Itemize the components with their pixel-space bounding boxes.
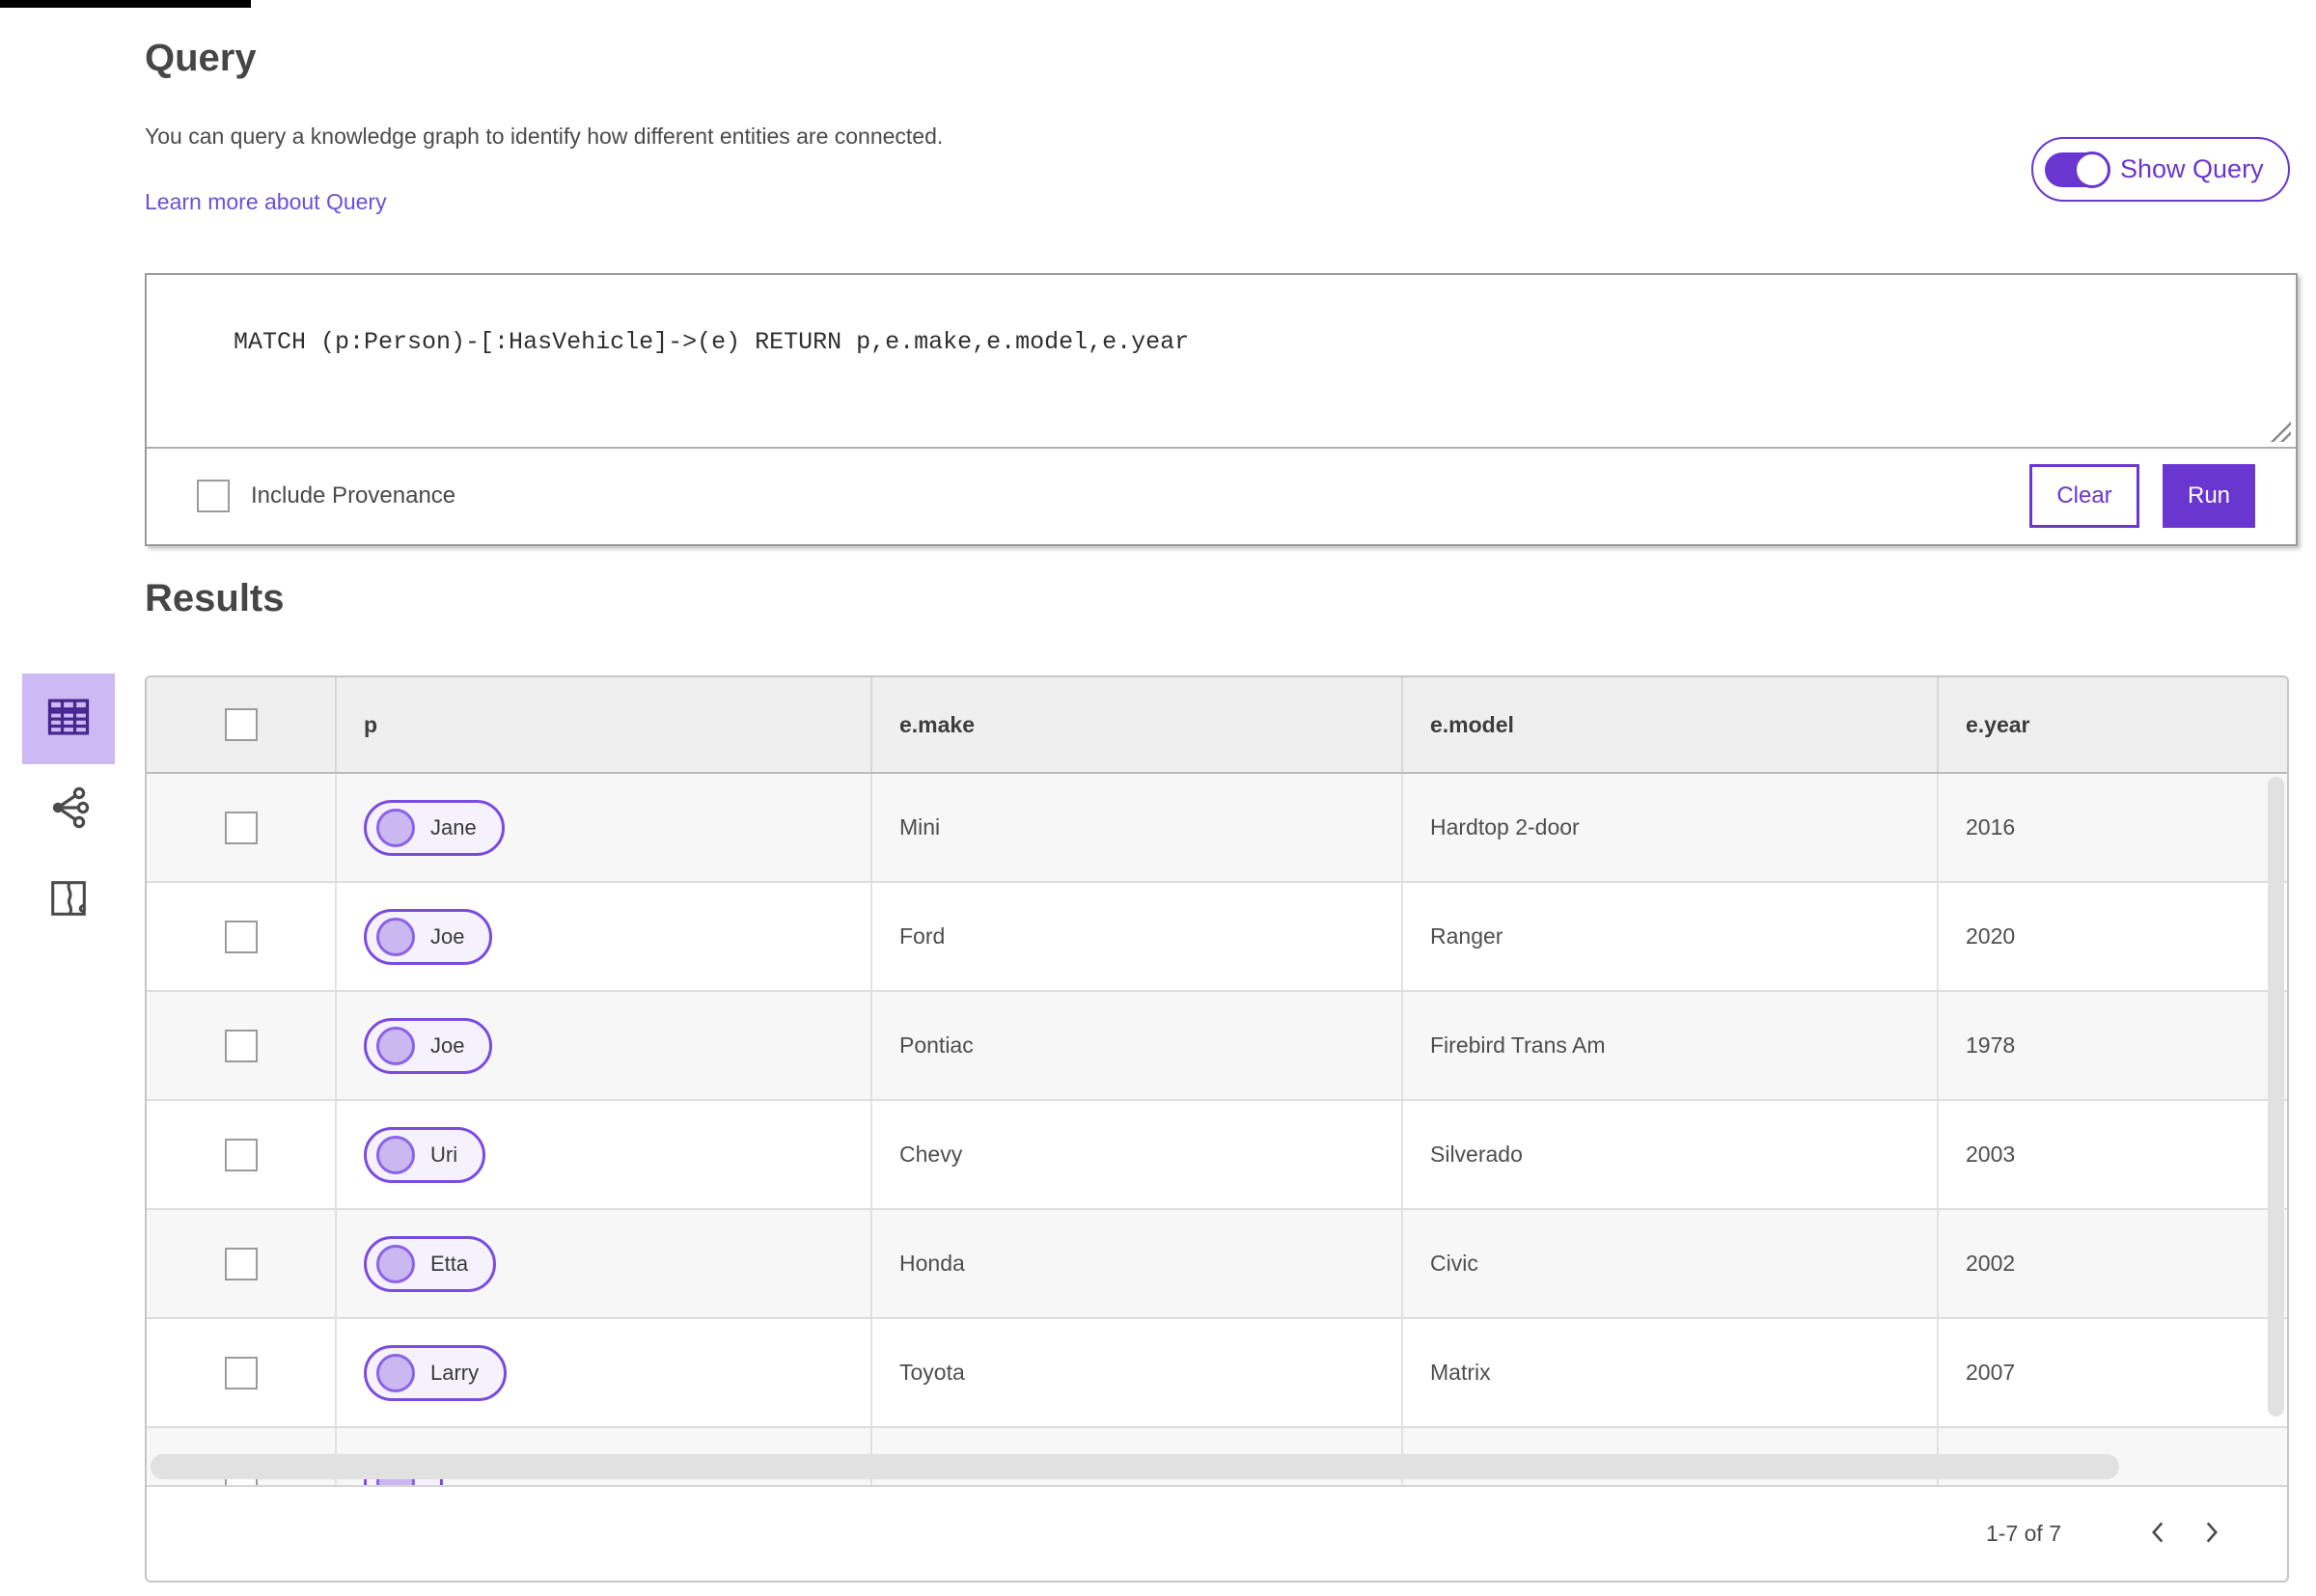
row-checkbox[interactable] <box>224 1138 258 1171</box>
pagination-range-label: 1-7 of 7 <box>1986 1521 2061 1546</box>
column-header-e-year[interactable]: e.year <box>1937 677 2287 772</box>
cell-year: 2007 <box>1937 1319 2287 1426</box>
table-pagination: 1-7 of 7 <box>147 1485 2287 1581</box>
page-description: You can query a knowledge graph to ident… <box>145 124 944 149</box>
cell-year: 2020 <box>1937 883 2287 990</box>
page-title: Query <box>145 37 257 79</box>
cell-make: Pontiac <box>870 992 1401 1099</box>
results-table-panel: p e.make e.model e.year Jane Mini Hardto… <box>145 675 2289 1582</box>
query-input[interactable]: MATCH (p:Person)-[:HasVehicle]->(e) RETU… <box>147 275 2296 449</box>
row-checkbox[interactable] <box>224 1356 258 1390</box>
table-view-button[interactable] <box>22 674 115 764</box>
chevron-right-icon <box>2201 1517 2222 1551</box>
cell-year: 2003 <box>1937 1101 2287 1208</box>
cell-model: Matrix <box>1401 1319 1937 1426</box>
link-chart-view-icon <box>45 784 92 836</box>
table-row: Etta Honda Civic 2002 <box>147 1210 2287 1319</box>
include-provenance-checkbox[interactable] <box>197 479 230 512</box>
learn-more-link[interactable]: Learn more about Query <box>145 189 387 215</box>
results-heading: Results <box>145 577 285 619</box>
entity-pill[interactable]: Larry <box>364 1344 508 1401</box>
clear-button[interactable]: Clear <box>2029 463 2139 528</box>
table-row: Jane Mini Hardtop 2-door 2016 <box>147 774 2287 883</box>
cell-model: Hardtop 2-door <box>1401 774 1937 881</box>
query-text: MATCH (p:Person)-[:HasVehicle]->(e) RETU… <box>234 328 1190 356</box>
cell-year: 2016 <box>1937 774 2287 881</box>
cell-model: Ranger <box>1401 883 1937 990</box>
select-all-checkbox[interactable] <box>224 708 258 741</box>
entity-node-icon <box>376 1026 415 1065</box>
entity-node-icon <box>376 1353 415 1392</box>
entity-pill[interactable]: Jane <box>364 799 505 856</box>
cell-model: Civic <box>1401 1210 1937 1317</box>
entity-node-icon <box>376 917 415 956</box>
cell-make: Mini <box>870 774 1401 881</box>
entity-node-icon <box>376 1244 415 1283</box>
entity-pill[interactable]: Joe <box>364 1017 493 1074</box>
show-query-toggle[interactable]: Show Query <box>2031 137 2290 202</box>
row-checkbox[interactable] <box>224 811 258 844</box>
map-view-icon <box>46 876 91 925</box>
run-button[interactable]: Run <box>2163 463 2255 528</box>
entity-pill[interactable]: Joe <box>364 908 493 965</box>
include-provenance-label: Include Provenance <box>251 482 456 509</box>
link-chart-view-button[interactable] <box>22 764 115 855</box>
row-checkbox[interactable] <box>224 1247 258 1280</box>
column-header-e-model[interactable]: e.model <box>1401 677 1937 772</box>
pagination-next-button[interactable] <box>2185 1507 2239 1561</box>
table-header-row: p e.make e.model e.year <box>147 677 2287 774</box>
column-header-p[interactable]: p <box>335 677 870 772</box>
query-panel: MATCH (p:Person)-[:HasVehicle]->(e) RETU… <box>145 273 2298 546</box>
toggle-switch-icon[interactable] <box>2045 151 2110 188</box>
row-checkbox[interactable] <box>224 1029 258 1062</box>
table-body: Jane Mini Hardtop 2-door 2016 Joe Ford R… <box>147 774 2287 1485</box>
cell-make: Honda <box>870 1210 1401 1317</box>
cell-make: Toyota <box>870 1319 1401 1426</box>
cell-model: Firebird Trans Am <box>1401 992 1937 1099</box>
vertical-scrollbar[interactable] <box>2268 777 2284 1417</box>
toggle-knob <box>2074 151 2110 188</box>
include-provenance-option[interactable]: Include Provenance <box>197 479 456 512</box>
textarea-resize-handle[interactable] <box>2270 421 2291 442</box>
table-row: Joe Ford Ranger 2020 <box>147 883 2287 992</box>
table-row: Joe Pontiac Firebird Trans Am 1978 <box>147 992 2287 1101</box>
row-checkbox[interactable] <box>224 920 258 953</box>
window-edge-bar <box>0 0 251 8</box>
cell-model: Silverado <box>1401 1101 1937 1208</box>
table-view-icon <box>43 692 94 747</box>
entity-pill[interactable]: Uri <box>364 1126 486 1183</box>
results-view-rail <box>22 674 115 946</box>
cell-make: Chevy <box>870 1101 1401 1208</box>
show-query-label: Show Query <box>2120 154 2264 183</box>
query-panel-footer: Include Provenance Clear Run <box>147 449 2296 542</box>
map-view-button[interactable] <box>22 855 115 946</box>
cell-year: 2002 <box>1937 1210 2287 1317</box>
entity-node-icon <box>376 1135 415 1174</box>
table-row: Uri Chevy Silverado 2003 <box>147 1101 2287 1210</box>
cell-year: 1978 <box>1937 992 2287 1099</box>
entity-node-icon <box>376 808 415 847</box>
table-row: Larry Toyota Matrix 2007 <box>147 1319 2287 1428</box>
horizontal-scrollbar[interactable] <box>151 1454 2119 1479</box>
pagination-prev-button[interactable] <box>2131 1507 2185 1561</box>
chevron-left-icon <box>2147 1517 2168 1551</box>
cell-make: Ford <box>870 883 1401 990</box>
entity-pill[interactable]: Etta <box>364 1235 497 1292</box>
column-header-e-make[interactable]: e.make <box>870 677 1401 772</box>
